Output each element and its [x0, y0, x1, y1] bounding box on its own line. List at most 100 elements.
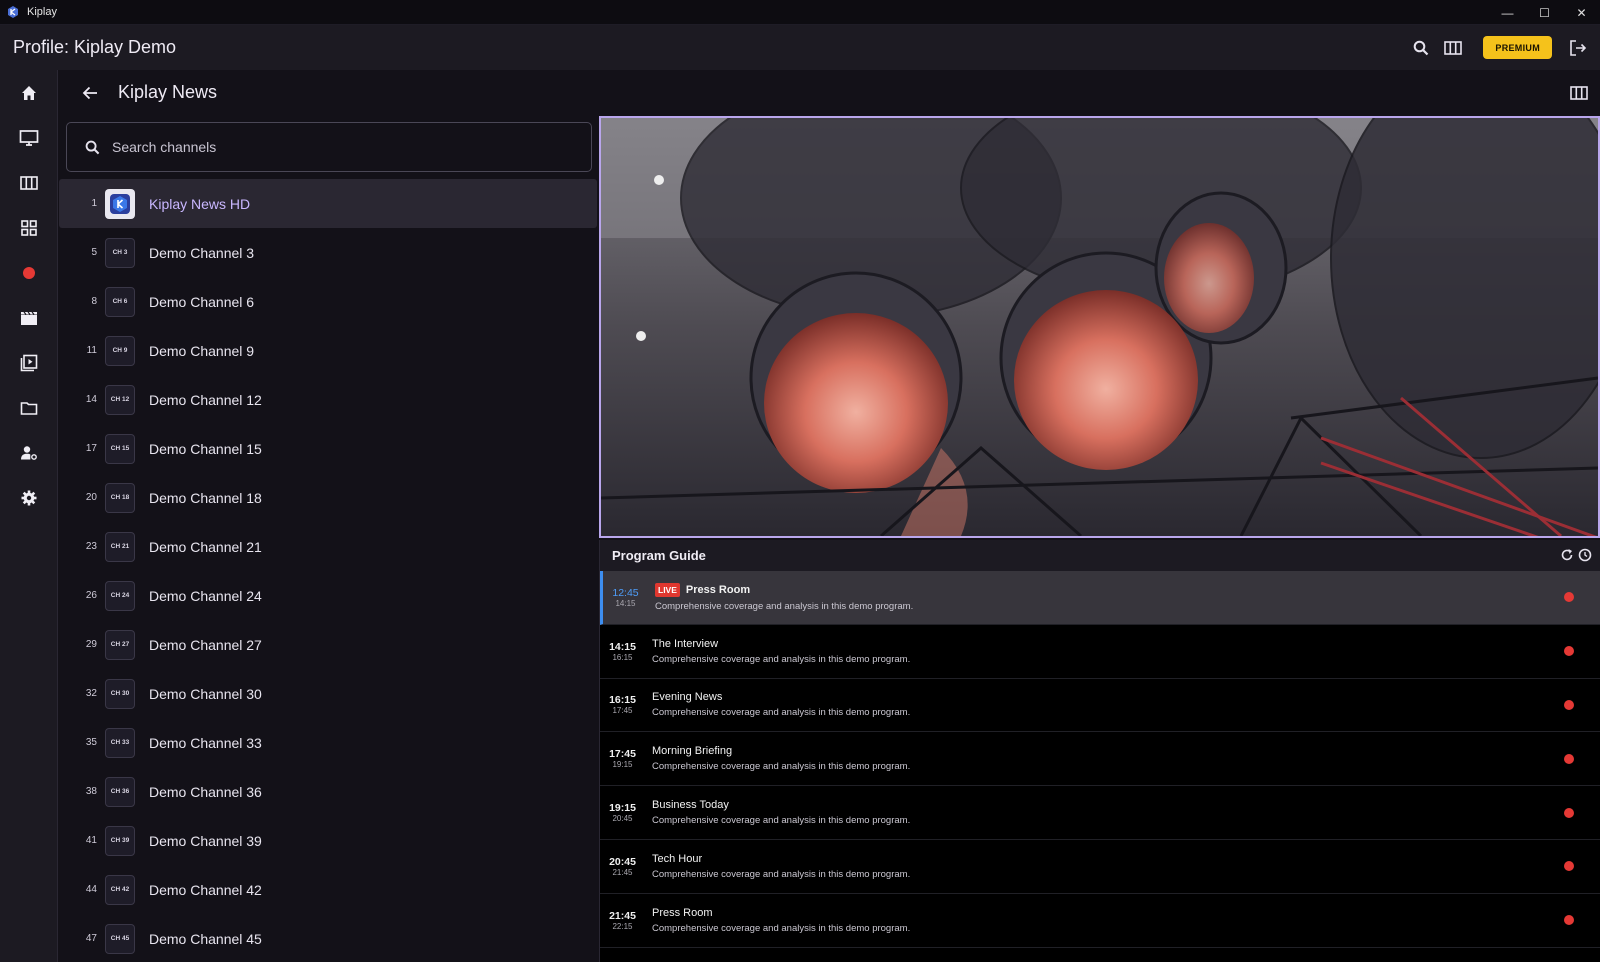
program-end-time: 22:15 [612, 921, 633, 931]
channel-row[interactable]: 1 Kiplay News HD [59, 179, 597, 228]
channel-row[interactable]: 14 CH 12 Demo Channel 12 [59, 375, 597, 424]
channel-row[interactable]: 38 CH 36 Demo Channel 36 [59, 767, 597, 816]
channel-row[interactable]: 17 CH 15 Demo Channel 15 [59, 424, 597, 473]
search-input[interactable] [112, 139, 552, 155]
nav-guide[interactable] [0, 160, 58, 205]
program-info: Morning Briefing Comprehensive coverage a… [652, 745, 910, 772]
program-start-time: 16:15 [609, 694, 636, 707]
program-times: 16:15 17:45 [600, 694, 645, 715]
channel-number: 17 [85, 443, 97, 454]
channel-logo: CH 36 [105, 776, 135, 807]
channel-name: Demo Channel 12 [149, 391, 262, 408]
nav-dashboard[interactable] [0, 205, 58, 250]
video-frame-image [601, 118, 1598, 536]
channel-number: 8 [91, 296, 97, 307]
premium-button[interactable]: PREMIUM [1483, 36, 1552, 59]
nav-movies[interactable] [0, 295, 58, 340]
record-button[interactable] [1564, 861, 1574, 872]
program-row[interactable]: 14:15 16:15 The Interview Comprehensive cov… [600, 625, 1600, 679]
program-guide: Program Guide 12:45 14:15 LIVE Press Room Co… [599, 540, 1600, 962]
record-button[interactable] [1564, 807, 1574, 818]
channel-number: 44 [85, 884, 97, 895]
maximize-button[interactable]: ☐ [1526, 0, 1563, 25]
record-button[interactable] [1564, 699, 1574, 710]
nav-recordings[interactable] [0, 250, 58, 295]
channel-name: Demo Channel 27 [149, 636, 262, 653]
program-end-time: 16:15 [612, 652, 633, 662]
program-title: The Interview [652, 637, 719, 650]
channel-row[interactable]: 32 CH 30 Demo Channel 30 [59, 669, 597, 718]
program-start-time: 17:45 [609, 748, 636, 761]
record-button[interactable] [1564, 915, 1574, 926]
channel-group-header: Kiplay News [58, 70, 1600, 115]
channel-row[interactable]: 44 CH 42 Demo Channel 42 [59, 865, 597, 914]
channel-name: Demo Channel 24 [149, 587, 262, 604]
channel-logo: CH 6 [105, 286, 135, 317]
channel-row[interactable]: 8 CH 6 Demo Channel 6 [59, 277, 597, 326]
channel-logo: CH 3 [105, 237, 135, 268]
search-icon [85, 140, 100, 154]
channel-logo: CH 15 [105, 433, 135, 464]
channel-name: Demo Channel 9 [149, 342, 255, 359]
video-player[interactable] [599, 116, 1600, 538]
program-row[interactable]: 12:45 14:15 LIVE Press Room Comprehensive co… [600, 571, 1600, 625]
channel-logo: CH 12 [105, 384, 135, 415]
program-row[interactable]: 21:45 22:15 Press Room Comprehensive covera… [600, 894, 1600, 948]
channel-row[interactable]: 23 CH 21 Demo Channel 21 [59, 522, 597, 571]
program-row[interactable]: 20:45 21:45 Tech Hour Comprehensive coverag… [600, 840, 1600, 894]
record-icon [23, 266, 35, 279]
program-guide-header: Program Guide [600, 540, 1600, 571]
channel-name: Demo Channel 21 [149, 538, 262, 555]
minimize-button[interactable]: — [1489, 0, 1526, 25]
layout-toggle-button[interactable] [1437, 32, 1469, 64]
program-description: Comprehensive coverage and analysis in t… [655, 600, 914, 612]
channel-row[interactable]: 20 CH 18 Demo Channel 18 [59, 473, 597, 522]
nav-files[interactable] [0, 385, 58, 430]
channel-row[interactable]: 5 CH 3 Demo Channel 3 [59, 228, 597, 277]
program-info: Business Today Comprehensive coverage and… [652, 799, 910, 826]
channel-list: 1 Kiplay News HD 5 CH 3 Demo Channel 3 8 CH 6 D… [59, 179, 597, 962]
nav-series[interactable] [0, 340, 58, 385]
program-description: Comprehensive coverage and analysis in t… [652, 922, 911, 934]
search-button[interactable] [1405, 32, 1437, 64]
channel-row[interactable]: 47 CH 45 Demo Channel 45 [59, 914, 597, 962]
movies-icon [21, 311, 37, 325]
columns-icon [1444, 40, 1463, 55]
record-button[interactable] [1564, 646, 1574, 657]
refresh-icon[interactable] [1560, 548, 1574, 562]
program-row[interactable]: 16:15 17:45 Evening News Comprehensive cove… [600, 679, 1600, 733]
close-button[interactable]: ✕ [1563, 0, 1600, 25]
nav-home[interactable] [0, 70, 58, 115]
channel-row[interactable]: 41 CH 39 Demo Channel 39 [59, 816, 597, 865]
channel-name: Demo Channel 42 [149, 881, 262, 898]
back-button[interactable] [70, 73, 110, 113]
nav-account[interactable] [0, 430, 58, 475]
program-times: 14:15 16:15 [600, 641, 645, 662]
logout-button[interactable] [1562, 32, 1594, 64]
program-row[interactable]: 17:45 19:15 Morning Briefing Comprehensive … [600, 732, 1600, 787]
program-list: 12:45 14:15 LIVE Press Room Comprehensive co… [600, 571, 1600, 948]
channel-name: Demo Channel 33 [149, 734, 262, 751]
channel-number: 35 [85, 737, 97, 748]
channel-logo: CH 42 [105, 874, 135, 905]
clock-icon[interactable] [1578, 548, 1592, 562]
arrow-left-icon [82, 86, 97, 99]
program-times: 19:15 20:45 [600, 802, 645, 823]
record-button[interactable] [1564, 753, 1574, 764]
channel-logo: CH 39 [105, 825, 135, 856]
program-end-time: 14:15 [615, 598, 636, 608]
channel-row[interactable]: 29 CH 27 Demo Channel 27 [59, 620, 597, 669]
channel-name: Demo Channel 15 [149, 440, 262, 457]
nav-live-tv[interactable] [0, 115, 58, 160]
program-row[interactable]: 19:15 20:45 Business Today Comprehensive co… [600, 786, 1600, 840]
channel-row[interactable]: 35 CH 33 Demo Channel 33 [59, 718, 597, 767]
program-times: 12:45 14:15 [603, 587, 648, 608]
guide-layout-button[interactable] [1564, 78, 1594, 108]
program-description: Comprehensive coverage and analysis in t… [652, 653, 911, 665]
channel-row[interactable]: 26 CH 24 Demo Channel 24 [59, 571, 597, 620]
nav-settings[interactable] [0, 475, 58, 520]
channel-group-title: Kiplay News [118, 82, 218, 102]
channel-row[interactable]: 11 CH 9 Demo Channel 9 [59, 326, 597, 375]
kiplay-logo-icon [110, 193, 130, 214]
record-button[interactable] [1564, 592, 1574, 603]
